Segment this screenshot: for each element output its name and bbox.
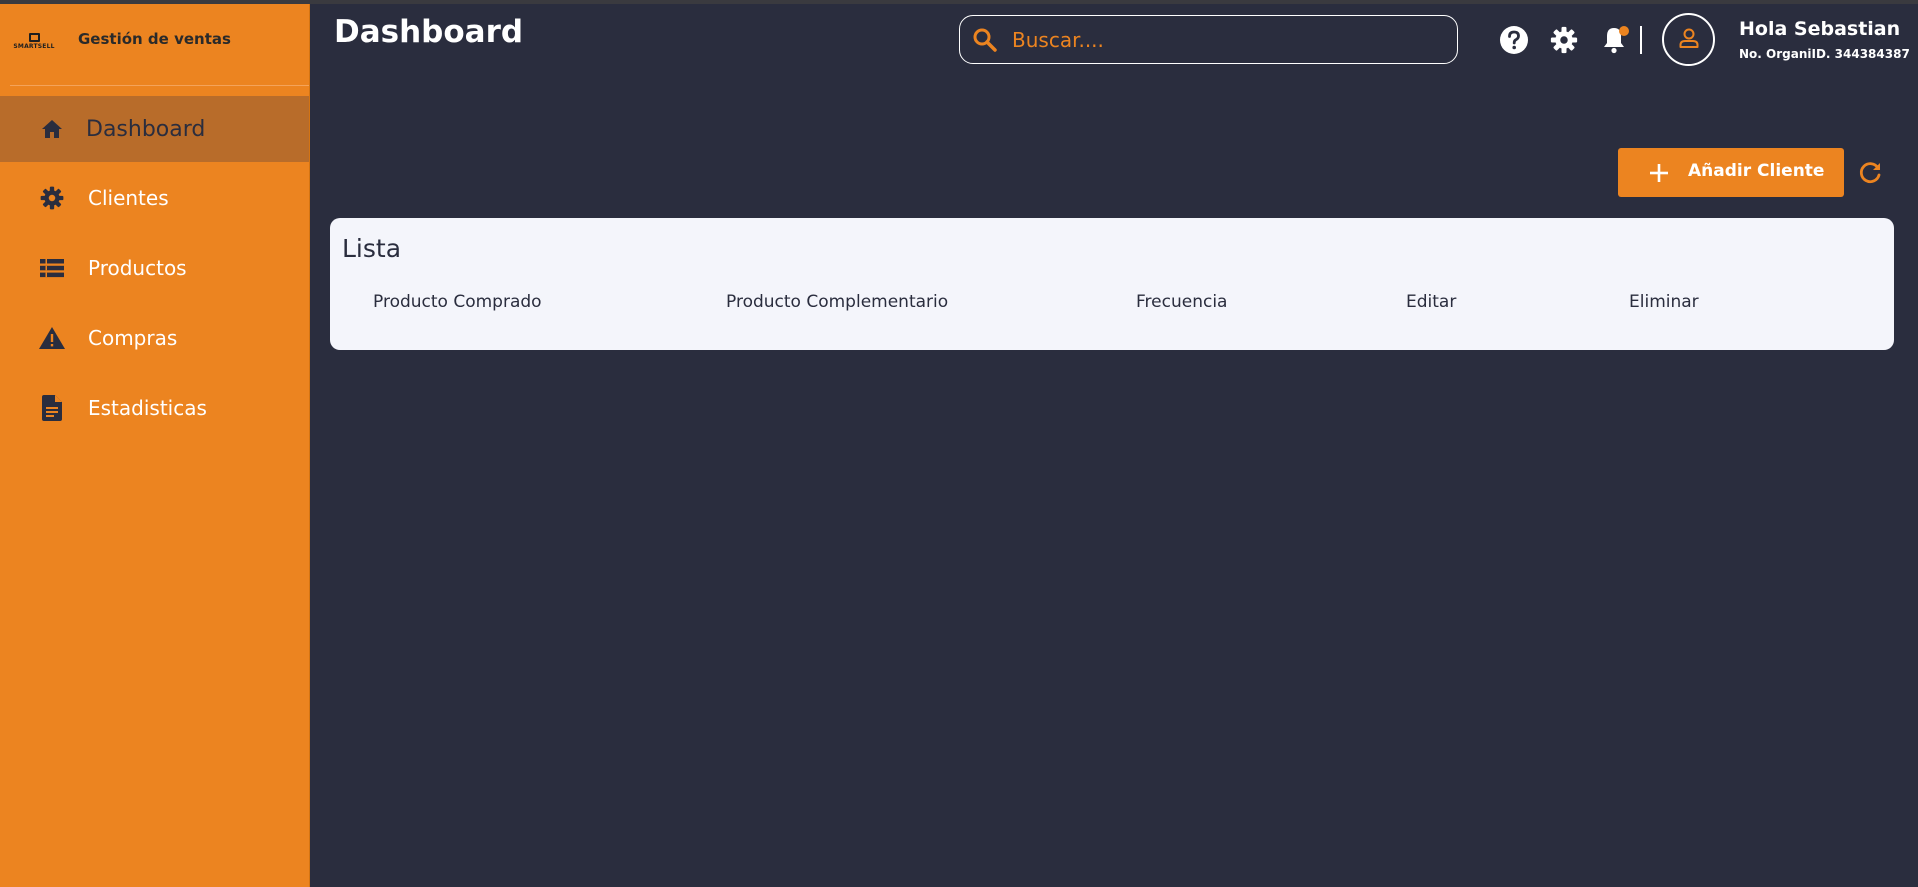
organization-id: No. OrganiID. 344384387 (1739, 47, 1910, 61)
brand-subtitle: Gestión de ventas (78, 30, 231, 48)
sidebar-item-label: Compras (88, 326, 178, 350)
column-header-producto-comprado: Producto Comprado (373, 292, 542, 312)
user-avatar[interactable] (1662, 13, 1715, 66)
search-input[interactable] (1010, 24, 1434, 56)
notification-dot (1619, 26, 1629, 36)
user-icon (1677, 26, 1701, 54)
sidebar-item-compras[interactable]: Compras (0, 305, 309, 371)
list-card: Lista Producto Comprado Producto Complem… (330, 218, 1894, 350)
sidebar-item-productos[interactable]: Productos (0, 235, 309, 301)
sidebar-item-label: Estadisticas (88, 396, 207, 420)
logo: SMARTSELL (12, 26, 56, 56)
column-header-frecuencia: Frecuencia (1136, 292, 1228, 312)
sidebar-item-label: Clientes (88, 186, 169, 210)
sidebar-item-label: Productos (88, 256, 187, 280)
logo-text: SMARTSELL (13, 42, 55, 50)
brand: SMARTSELL Gestión de ventas (0, 4, 309, 84)
list-title: Lista (342, 234, 402, 263)
column-header-producto-complementario: Producto Complementario (726, 292, 949, 312)
sidebar-item-label: Dashboard (86, 116, 206, 142)
sidebar-item-dashboard[interactable]: Dashboard (0, 96, 309, 162)
document-icon (38, 394, 66, 422)
add-client-label: Añadir Cliente (1688, 161, 1825, 181)
sidebar-item-estadisticas[interactable]: Estadisticas (0, 375, 309, 441)
list-icon (38, 254, 66, 282)
sidebar-divider (10, 85, 309, 86)
warning-icon (38, 324, 66, 352)
sidebar: SMARTSELL Gestión de ventas Dashboard Cl… (0, 4, 310, 887)
sidebar-item-clientes[interactable]: Clientes (0, 165, 309, 231)
column-header-eliminar: Eliminar (1629, 292, 1699, 312)
refresh-icon[interactable] (1856, 159, 1884, 187)
gear-icon (38, 184, 66, 212)
settings-gear-icon[interactable] (1549, 25, 1579, 55)
add-client-button[interactable]: Añadir Cliente (1618, 148, 1844, 197)
header-divider (1640, 26, 1642, 54)
user-greeting: Hola Sebastian (1739, 18, 1901, 40)
plus-icon (1648, 162, 1670, 184)
page-title: Dashboard (334, 14, 524, 50)
logo-mark-icon (28, 32, 40, 42)
home-icon (38, 115, 66, 143)
column-header-editar: Editar (1406, 292, 1457, 312)
search-box[interactable] (959, 15, 1458, 64)
help-icon[interactable] (1499, 25, 1529, 55)
search-icon[interactable] (972, 27, 998, 53)
